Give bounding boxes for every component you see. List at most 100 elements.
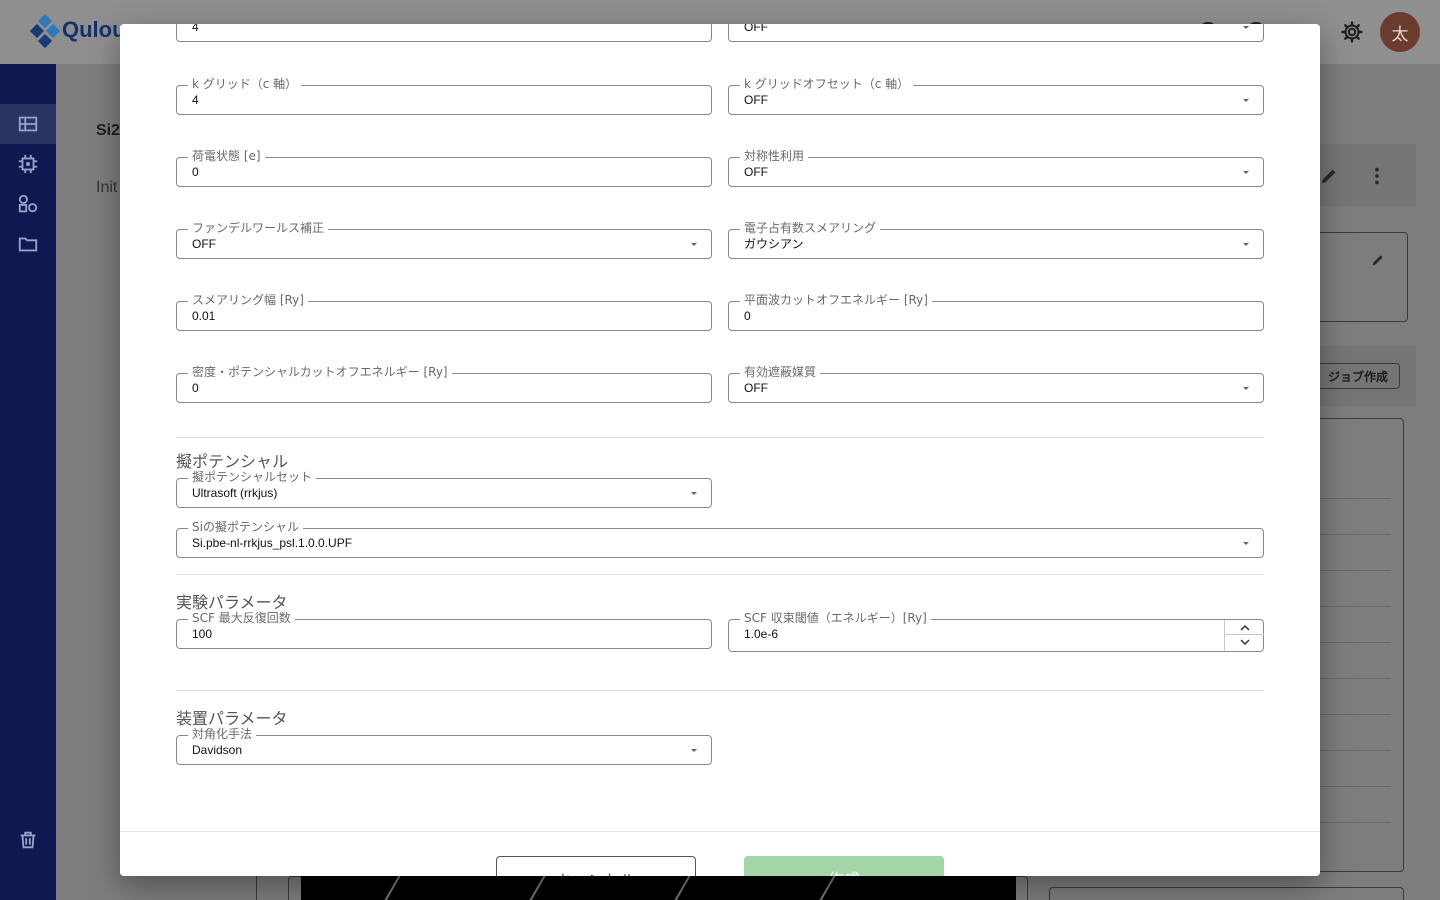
caret-down-icon	[1243, 542, 1249, 545]
pseudo-set-select[interactable]: 擬ポテンシャルセット Ultrasoft (rrkjus)	[176, 470, 712, 508]
pw-cutoff-label: 平面波カットオフエネルギー [Ry]	[740, 293, 932, 307]
vdw-value: OFF	[192, 237, 216, 251]
pseudo-section-title: 擬ポテンシャル	[176, 452, 289, 471]
chip-icon	[18, 154, 38, 174]
brand-name: Qulou	[62, 17, 126, 42]
list-divider	[1316, 750, 1391, 751]
dashboard-icon	[18, 116, 38, 132]
kgrid-c-label: k グリッド（c 軸）	[188, 77, 302, 91]
experiment-section-title: 実験パラメータ	[176, 593, 288, 612]
si-pseudo-value: Si.pbe-nl-rrkjus_psl.1.0.0.UPF	[192, 536, 353, 550]
density-cutoff-field[interactable]: 密度・ポテンシャルカットオフエネルギー [Ry] 0	[176, 365, 712, 403]
chevron-up-icon	[1239, 624, 1250, 631]
diagonalization-select[interactable]: 対角化手法 Davidson	[176, 727, 712, 765]
sidebar-item-trash[interactable]	[0, 820, 56, 860]
screening-select[interactable]: 有効遮蔽媒質 OFF	[728, 365, 1264, 403]
smearing-width-label: スメアリング幅 [Ry]	[188, 293, 308, 307]
kgrid-offset-c-value: OFF	[744, 93, 768, 107]
folder-icon	[18, 237, 38, 252]
sidebar-item-models[interactable]	[0, 184, 56, 224]
screening-value: OFF	[744, 381, 768, 395]
sidebar-item-folder[interactable]	[0, 224, 56, 264]
job-settings-dialog: 4 OFF k グリッド（c 軸） 4 k グリッドオフセット（c 軸） OFF…	[120, 24, 1320, 876]
device-section-title: 装置パラメータ	[176, 709, 288, 728]
caret-down-icon	[691, 243, 697, 246]
kgrid-offset-b-value: OFF	[744, 24, 768, 34]
caret-down-icon	[691, 492, 697, 495]
trash-icon	[20, 831, 36, 849]
list-divider	[1316, 642, 1391, 643]
background-card	[1310, 232, 1408, 322]
symmetry-select[interactable]: 対称性利用 OFF	[728, 149, 1264, 187]
density-cutoff-value: 0	[192, 381, 199, 395]
pseudo-set-label: 擬ポテンシャルセット	[188, 470, 317, 484]
kgrid-b-value: 4	[192, 24, 199, 34]
si-pseudo-label: Siの擬ポテンシャル	[188, 520, 303, 534]
vdw-label: ファンデルワールス補正	[188, 221, 329, 235]
edit-icon[interactable]	[1318, 165, 1340, 187]
background-card-bottom	[1049, 887, 1404, 900]
smearing-width-value: 0.01	[192, 309, 216, 323]
symmetry-value: OFF	[744, 165, 768, 179]
diagonalization-label: 対角化手法	[188, 727, 257, 741]
section-divider	[176, 690, 1264, 691]
scf-conv-value: 1.0e-6	[744, 627, 779, 641]
avatar[interactable]: 太	[1380, 12, 1420, 52]
density-cutoff-label: 密度・ポテンシャルカットオフエネルギー [Ry]	[188, 365, 452, 379]
gear-icon[interactable]	[1340, 20, 1364, 44]
pseudo-set-value: Ultrasoft (rrkjus)	[192, 486, 278, 500]
edit-small-icon[interactable]	[1370, 252, 1386, 268]
pw-cutoff-field[interactable]: 平面波カットオフエネルギー [Ry] 0	[728, 293, 1264, 331]
scf-conv-field[interactable]: SCF 収束閾値（エネルギー）[Ry] 1.0e-6	[728, 611, 1264, 652]
increment-button[interactable]	[1225, 620, 1264, 635]
caret-down-icon	[1243, 99, 1249, 102]
section-divider	[176, 574, 1264, 575]
models-icon	[18, 194, 38, 213]
kgrid-c-value: 4	[192, 93, 199, 107]
dialog-footer: キャンセル 作成	[120, 831, 1320, 876]
list-divider	[1316, 786, 1391, 787]
list-divider	[1316, 570, 1391, 571]
charge-field[interactable]: 荷電状態 [e] 0	[176, 149, 712, 187]
caret-down-icon	[1243, 26, 1249, 29]
cancel-button[interactable]: キャンセル	[496, 856, 696, 876]
scf-max-label: SCF 最大反復回数	[188, 611, 295, 625]
scf-conv-stepper	[1224, 620, 1264, 651]
kgrid-offset-c-select[interactable]: k グリッドオフセット（c 軸） OFF	[728, 77, 1264, 115]
decrement-button[interactable]	[1225, 635, 1264, 650]
smearing-width-field[interactable]: スメアリング幅 [Ry] 0.01	[176, 293, 712, 331]
scf-max-value: 100	[192, 627, 213, 641]
charge-value: 0	[192, 165, 199, 179]
create-button[interactable]: 作成	[744, 856, 944, 876]
smearing-type-select[interactable]: 電子占有数スメアリング ガウシアン	[728, 221, 1264, 259]
create-job-button[interactable]: ジョブ作成	[1316, 363, 1400, 389]
kgrid-c-field[interactable]: k グリッド（c 軸） 4	[176, 77, 712, 115]
pw-cutoff-value: 0	[744, 309, 751, 323]
caret-down-icon	[1243, 171, 1249, 174]
vdw-select[interactable]: ファンデルワールス補正 OFF	[176, 221, 712, 259]
sidebar-item-chip[interactable]	[0, 144, 56, 184]
kgrid-offset-c-label: k グリッドオフセット（c 軸）	[740, 77, 914, 91]
list-divider	[1316, 498, 1391, 499]
more-vert-icon[interactable]	[1366, 165, 1388, 187]
symmetry-label: 対称性利用	[740, 149, 809, 163]
diagonalization-value: Davidson	[192, 743, 243, 757]
list-divider	[1316, 822, 1391, 823]
kgrid-b-field[interactable]: 4	[176, 24, 712, 42]
caret-down-icon	[1243, 387, 1249, 390]
page-subtitle: Init	[96, 179, 118, 196]
scf-conv-label: SCF 収束閾値（エネルギー）[Ry]	[740, 611, 931, 625]
list-divider	[1316, 714, 1391, 715]
sidebar-item-dashboard[interactable]	[0, 104, 56, 144]
smearing-type-value: ガウシアン	[744, 237, 804, 251]
si-pseudo-select[interactable]: Siの擬ポテンシャル Si.pbe-nl-rrkjus_psl.1.0.0.UP…	[176, 520, 1264, 558]
section-divider	[176, 437, 1264, 438]
page-title: Si2	[96, 122, 121, 139]
charge-label: 荷電状態 [e]	[188, 149, 265, 163]
caret-down-icon	[691, 749, 697, 752]
kgrid-offset-b-select[interactable]: OFF	[728, 24, 1264, 42]
background-border	[256, 876, 258, 900]
scf-max-field[interactable]: SCF 最大反復回数 100	[176, 611, 712, 649]
structure-viewer	[301, 876, 1016, 900]
list-divider	[1316, 678, 1391, 679]
